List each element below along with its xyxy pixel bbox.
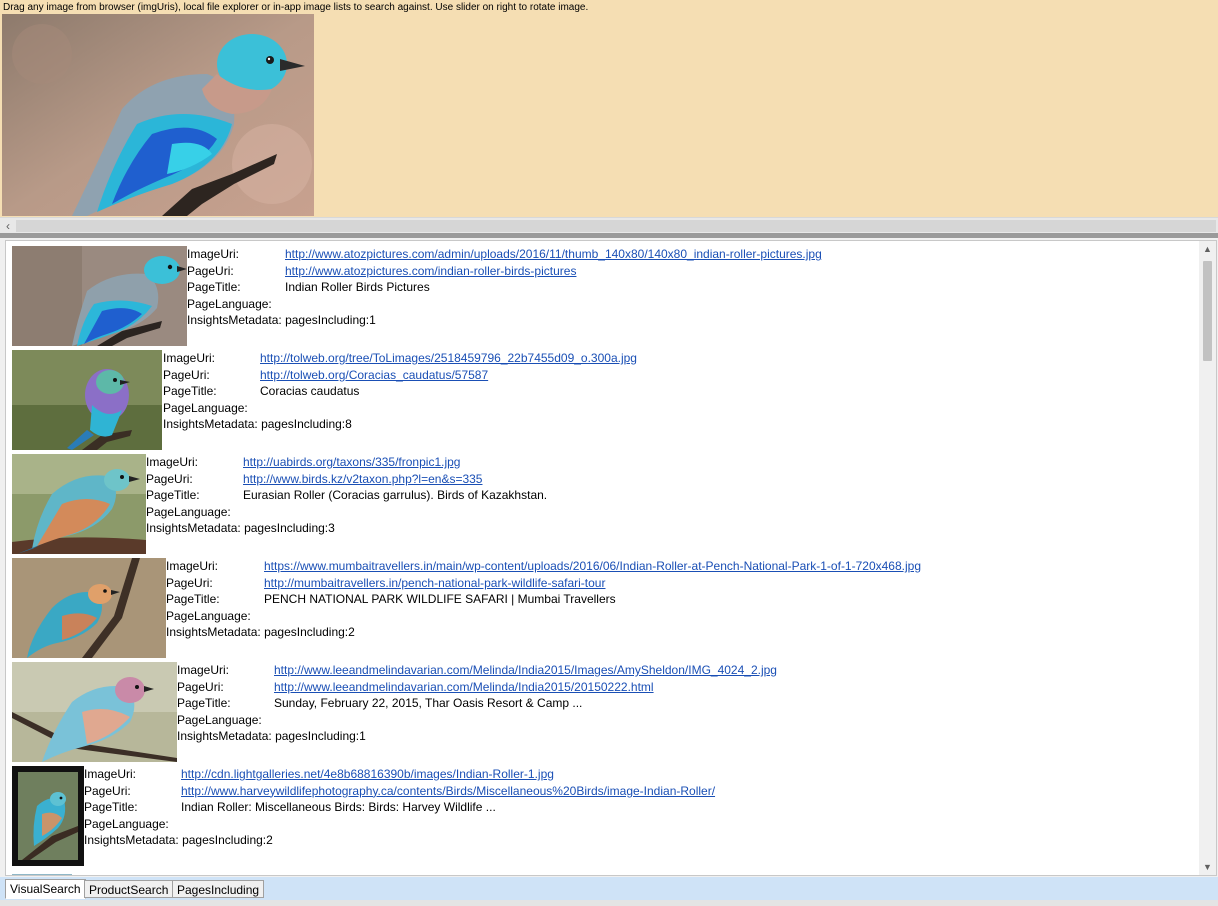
horizontal-scrollbar[interactable]: ‹ [0,217,1218,234]
result-thumbnail[interactable] [12,350,162,450]
page-uri-link[interactable]: http://www.atozpictures.com/indian-rolle… [285,263,576,280]
page-uri-label: PageUri: [177,679,224,694]
page-language-label: PageLanguage: [146,504,231,519]
result-item[interactable]: ImageUri: http://www.atozpictures.com/adm… [12,245,1192,349]
insights-value: pagesIncluding:8 [261,417,352,432]
insights-label: InsightsMetadata: [163,417,258,432]
page-language-label: PageLanguage: [177,712,262,727]
page-uri-label: PageUri: [166,575,213,590]
instructions-text: Drag any image from browser (imgUris), l… [3,2,589,13]
tab-visual-search[interactable]: VisualSearch [5,879,86,899]
result-thumbnail[interactable] [12,454,146,554]
result-fields: ImageUri: http://tolweb.org/tree/ToLimage… [163,350,637,433]
page-language-label: PageLanguage: [163,400,248,415]
insights-value: pagesIncluding:1 [285,313,376,328]
page-title-value: Sunday, February 22, 2015, Thar Oasis Re… [274,696,583,711]
result-item[interactable]: ImageUri: http://tolweb.org/tree/ToLimage… [12,349,1192,453]
image-uri-link[interactable]: http://www.leeandmelindavarian.com/Melin… [274,662,777,679]
page-uri-label: PageUri: [84,783,131,798]
page-title-label: PageTitle: [84,800,138,815]
page-title-value: Indian Roller Birds Pictures [285,280,430,295]
page-language-label: PageLanguage: [166,608,251,623]
result-thumbnail[interactable] [12,558,166,658]
image-uri-link[interactable]: http://uabirds.org/taxons/335/fronpic1.j… [243,454,460,471]
tab-product-search[interactable]: ProductSearch [84,880,174,898]
result-item[interactable]: ImageUri: http://cdn.lightgalleries.net/4… [12,765,1192,869]
result-fields: ImageUri: http://cdn.lightgalleries.net/4… [84,766,715,849]
panel-splitter[interactable] [0,233,1218,238]
chevron-down-icon[interactable]: ▼ [1199,859,1216,875]
insights-label: InsightsMetadata: [177,729,272,744]
page-language-label: PageLanguage: [187,296,272,311]
result-fields: ImageUri: https://www.mumbaitravellers.in… [166,558,921,641]
page-uri-link[interactable]: http://www.harveywildlifephotography.ca/… [181,783,715,800]
page-uri-link[interactable]: http://www.leeandmelindavarian.com/Melin… [274,679,654,696]
image-uri-label: ImageUri: [177,663,230,677]
insights-value: pagesIncluding:3 [244,521,335,536]
image-uri-link[interactable]: http://tolweb.org/tree/ToLimages/2518459… [260,350,637,367]
results-list: ImageUri: http://www.atozpictures.com/adm… [12,245,1192,869]
page-uri-link[interactable]: http://mumbaitravellers.in/pench-nationa… [264,575,605,592]
page-title-label: PageTitle: [163,384,217,399]
result-item[interactable]: ImageUri: http://www.leeandmelindavarian.… [12,661,1192,765]
result-item[interactable]: ImageUri: https://www.mumbaitravellers.in… [12,557,1192,661]
page-uri-label: PageUri: [163,367,210,382]
page-language-label: PageLanguage: [84,816,169,831]
page-uri-link[interactable]: http://tolweb.org/Coracias_caudatus/5758… [260,367,488,384]
image-uri-label: ImageUri: [163,351,216,365]
page-title-value: Indian Roller: Miscellaneous Birds: Bird… [181,800,496,815]
insights-value: pagesIncluding:1 [275,729,366,744]
result-item[interactable]: ImageUri: http://uabirds.org/taxons/335/f… [12,453,1192,557]
image-uri-label: ImageUri: [187,247,240,261]
image-uri-link[interactable]: http://cdn.lightgalleries.net/4e8b688163… [181,766,554,783]
page-uri-label: PageUri: [187,263,234,278]
chevron-left-icon[interactable]: ‹ [2,219,14,233]
vertical-scroll-thumb[interactable] [1203,261,1212,361]
result-thumbnail[interactable] [12,662,177,762]
result-fields: ImageUri: http://www.leeandmelindavarian.… [177,662,777,745]
page-title-label: PageTitle: [166,592,220,607]
vertical-scrollbar[interactable]: ▲ ▼ [1199,241,1216,875]
page-uri-link[interactable]: http://www.birds.kz/v2taxon.php?l=en&s=3… [243,471,482,488]
insights-label: InsightsMetadata: [187,313,282,328]
horizontal-scroll-thumb[interactable] [16,220,1216,232]
status-strip [0,900,1218,906]
insights-label: InsightsMetadata: [166,625,261,640]
page-title-value: Eurasian Roller (Coracias garrulus). Bir… [243,488,548,503]
image-uri-label: ImageUri: [84,767,137,781]
insights-value: pagesIncluding:2 [264,625,355,640]
query-image[interactable] [2,14,314,216]
image-uri-link[interactable]: http://www.atozpictures.com/admin/upload… [285,246,822,263]
image-uri-label: ImageUri: [146,455,199,469]
results-list-panel: ImageUri: http://www.atozpictures.com/adm… [5,240,1217,876]
result-fields: ImageUri: http://uabirds.org/taxons/335/f… [146,454,547,537]
insights-label: InsightsMetadata: [84,833,179,848]
result-thumbnail[interactable] [12,766,84,866]
result-fields: ImageUri: http://www.atozpictures.com/adm… [187,246,822,329]
image-uri-label: ImageUri: [166,559,219,573]
page-title-value: Coracias caudatus [260,384,360,399]
query-image-drop-area[interactable]: Drag any image from browser (imgUris), l… [0,0,1218,217]
insights-value: pagesIncluding:2 [182,833,273,848]
page-title-value: PENCH NATIONAL PARK WILDLIFE SAFARI | Mu… [264,592,616,607]
page-title-label: PageTitle: [187,280,241,295]
page-title-label: PageTitle: [177,696,231,711]
image-uri-link[interactable]: https://www.mumbaitravellers.in/main/wp-… [264,558,921,575]
result-item-partial[interactable] [12,869,1112,875]
result-thumbnail[interactable] [12,246,187,346]
insights-label: InsightsMetadata: [146,521,241,536]
page-title-label: PageTitle: [146,488,200,503]
page-uri-label: PageUri: [146,471,193,486]
tab-pages-including[interactable]: PagesIncluding [172,880,265,898]
chevron-up-icon[interactable]: ▲ [1199,241,1216,257]
